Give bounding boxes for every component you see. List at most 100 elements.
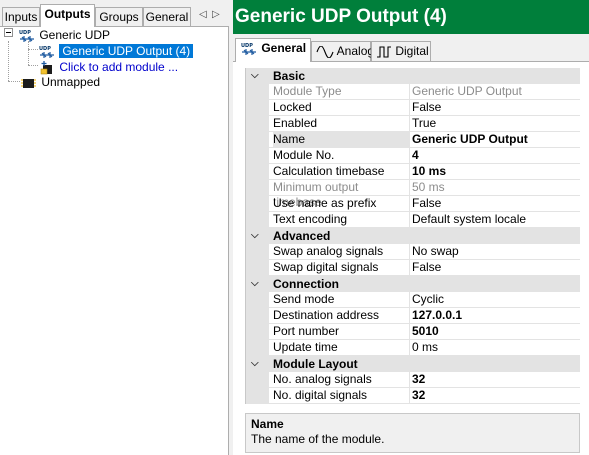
- row-gutter: [246, 212, 269, 228]
- description-text: The name of the module.: [251, 432, 385, 446]
- property-row[interactable]: Port number 5010: [246, 324, 580, 340]
- property-row[interactable]: Enabled True: [246, 116, 580, 132]
- tab-groups[interactable]: Groups: [95, 7, 143, 26]
- row-gutter: [246, 260, 269, 276]
- property-value[interactable]: 10 ms: [409, 164, 581, 180]
- property-value[interactable]: 5010: [409, 324, 581, 340]
- row-gutter: [246, 100, 269, 116]
- property-row[interactable]: Locked False: [246, 100, 580, 116]
- collapse-caret-icon[interactable]: ⌵: [251, 356, 259, 372]
- description-title: Name: [251, 417, 284, 431]
- category-header[interactable]: ⌵ Advanced: [246, 228, 580, 244]
- property-value[interactable]: False: [409, 100, 581, 116]
- right-panel: Generic UDP Output (4) UDP General Analo…: [233, 0, 589, 455]
- left-tab-strip: Inputs Outputs Groups General ◁ ▷: [0, 4, 229, 27]
- property-value[interactable]: 32: [409, 372, 581, 388]
- property-row[interactable]: Send mode Cyclic: [246, 292, 580, 308]
- property-value[interactable]: 0 ms: [409, 340, 581, 356]
- property-name: Locked: [273, 100, 312, 114]
- tree-connector: [28, 65, 38, 66]
- row-gutter: [246, 324, 269, 340]
- tab-label: Analog: [336, 44, 375, 58]
- unmapped-icon: [21, 78, 36, 88]
- property-value[interactable]: No swap: [409, 244, 581, 260]
- property-row[interactable]: Name Generic UDP Output: [246, 132, 580, 148]
- tab-general[interactable]: General: [143, 7, 191, 26]
- tab-outputs[interactable]: Outputs: [40, 4, 95, 27]
- property-value[interactable]: 32: [409, 388, 581, 404]
- property-name: No. digital signals: [273, 388, 368, 402]
- property-name: Swap analog signals: [273, 244, 384, 258]
- property-value[interactable]: False: [409, 260, 581, 276]
- svg-text:UDP: UDP: [241, 43, 253, 49]
- property-name: Enabled: [273, 116, 318, 130]
- row-gutter: [246, 340, 269, 356]
- tab-general[interactable]: UDP General: [235, 38, 311, 62]
- property-row[interactable]: Calculation timebase 10 ms: [246, 164, 580, 180]
- tree-node-generic-udp[interactable]: UDP Generic UDP: [18, 27, 110, 43]
- property-name: Swap digital signals: [273, 260, 379, 274]
- row-gutter: [246, 164, 269, 180]
- property-row[interactable]: Module Type Generic UDP Output: [246, 84, 580, 100]
- row-gutter: [246, 84, 269, 100]
- category-label: Advanced: [273, 229, 331, 243]
- row-gutter: [246, 180, 269, 196]
- property-name: Update time: [273, 340, 338, 354]
- tab-analog[interactable]: Analog: [311, 41, 375, 61]
- row-gutter: [246, 116, 269, 132]
- property-row[interactable]: Swap digital signals False: [246, 260, 580, 276]
- property-row[interactable]: Use name as prefix False: [246, 196, 580, 212]
- property-value[interactable]: False: [409, 196, 581, 212]
- row-gutter: [246, 148, 269, 164]
- property-value: 50 ms: [409, 180, 581, 196]
- property-row[interactable]: Module No. 4: [246, 148, 580, 164]
- property-value[interactable]: Default system locale: [409, 212, 581, 228]
- collapse-caret-icon[interactable]: ⌵: [251, 68, 259, 84]
- tab-label: General: [261, 41, 307, 55]
- property-value[interactable]: True: [409, 116, 581, 132]
- category-label: Module Layout: [273, 357, 358, 371]
- collapse-caret-icon[interactable]: ⌵: [251, 276, 259, 292]
- tab-inputs[interactable]: Inputs: [2, 7, 40, 26]
- property-row[interactable]: Update time 0 ms: [246, 340, 580, 356]
- tree-node-module[interactable]: UDP Generic UDP Output (4): [38, 43, 194, 59]
- tree-node-unmapped[interactable]: Unmapped: [20, 74, 100, 90]
- property-row[interactable]: Text encoding Default system locale: [246, 212, 580, 228]
- tree-connector: [28, 49, 38, 50]
- category-header[interactable]: ⌵ Basic: [246, 68, 580, 84]
- tree-node-add-module[interactable]: Click to add module ...: [38, 59, 178, 75]
- property-row[interactable]: Swap analog signals No swap: [246, 244, 580, 260]
- property-name: Module No.: [273, 148, 335, 162]
- property-name: Module Type: [273, 84, 342, 98]
- property-value[interactable]: 127.0.0.1: [409, 308, 581, 324]
- tree-connector: [28, 41, 29, 65]
- collapse-caret-icon[interactable]: ⌵: [251, 228, 259, 244]
- udp-icon: UDP: [39, 46, 54, 58]
- udp-icon: UDP: [241, 43, 256, 55]
- property-grid: ⌵ Basic Module Type Generic UDP Output Locke…: [245, 68, 580, 404]
- collapse-toggle[interactable]: [4, 28, 13, 37]
- svg-text:UDP: UDP: [39, 46, 51, 52]
- square-wave-icon: [377, 46, 391, 58]
- property-value[interactable]: Generic UDP Output: [409, 132, 581, 148]
- property-name: Use name as prefix: [273, 196, 377, 210]
- property-value: Generic UDP Output: [409, 84, 581, 100]
- row-gutter: [246, 372, 269, 388]
- row-gutter: [246, 196, 269, 212]
- property-row[interactable]: No. analog signals 32: [246, 372, 580, 388]
- property-value[interactable]: Cyclic: [409, 292, 581, 308]
- tab-scroll-right-icon[interactable]: ▷: [212, 9, 220, 20]
- tab-scroll-left-icon[interactable]: ◁: [199, 9, 207, 20]
- category-header[interactable]: ⌵ Module Layout: [246, 356, 580, 372]
- row-gutter: [246, 292, 269, 308]
- category-label: Basic: [273, 69, 306, 83]
- property-row[interactable]: No. digital signals 32: [246, 388, 580, 404]
- property-row[interactable]: Destination address 127.0.0.1: [246, 308, 580, 324]
- tree-node-label: Generic UDP Output (4): [59, 44, 194, 58]
- property-value[interactable]: 4: [409, 148, 581, 164]
- property-name: Calculation timebase: [273, 164, 385, 178]
- tab-digital[interactable]: Digital: [371, 41, 431, 61]
- category-header[interactable]: ⌵ Connection: [246, 276, 580, 292]
- property-row[interactable]: Minimum output timebase 50 ms: [246, 180, 581, 209]
- property-name: Text encoding: [273, 212, 348, 226]
